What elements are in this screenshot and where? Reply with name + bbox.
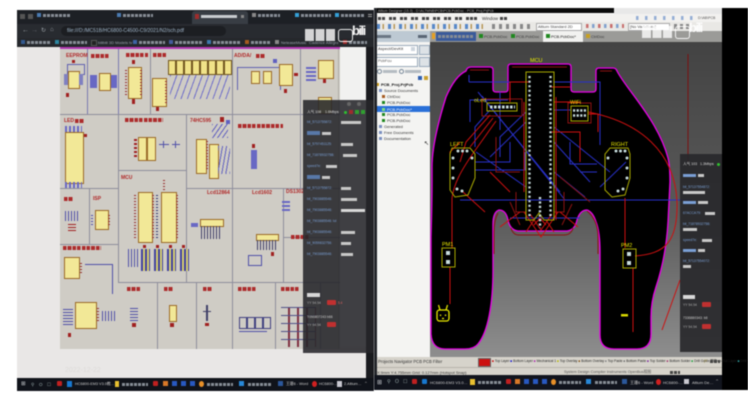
svg-text:MCU: MCU — [530, 58, 543, 64]
svg-text:LEFT: LEFT — [450, 142, 464, 148]
svg-text:PM1: PM1 — [442, 242, 453, 248]
svg-text:PM2: PM2 — [621, 243, 632, 249]
svg-text:oLed: oLed — [474, 98, 486, 104]
svg-text:RIGHT: RIGHT — [611, 142, 629, 148]
svg-text:WiFi: WiFi — [570, 100, 581, 106]
